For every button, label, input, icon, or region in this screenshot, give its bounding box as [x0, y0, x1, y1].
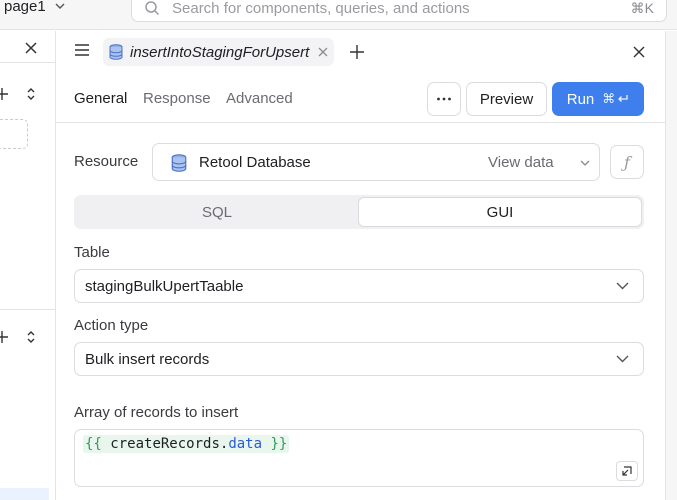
close-icon[interactable]	[24, 41, 38, 55]
editor-tab-row: insertIntoStagingForUpsert	[56, 31, 665, 73]
table-label: Table	[74, 244, 110, 261]
mode-sql-option[interactable]: SQL	[76, 197, 358, 227]
sort-updown-icon[interactable]	[26, 330, 36, 344]
records-code-editor[interactable]: {{ createRecords.data }}	[74, 429, 644, 487]
run-button[interactable]: Run ⌘	[552, 82, 644, 116]
expand-editor-button[interactable]	[616, 461, 638, 481]
close-icon[interactable]	[318, 47, 328, 57]
view-data-link[interactable]: View data	[488, 154, 554, 171]
empty-drop-zone	[0, 119, 28, 149]
command-key: ⌘	[602, 91, 616, 106]
run-shortcut: ⌘	[602, 91, 629, 107]
resource-label: Resource	[74, 153, 139, 170]
database-icon	[171, 154, 187, 172]
tab-response[interactable]: Response	[143, 90, 211, 107]
database-icon	[109, 44, 123, 60]
left-panel	[0, 31, 56, 500]
more-actions-button[interactable]	[427, 82, 461, 116]
close-icon[interactable]	[633, 46, 645, 58]
fx-icon: ƒ	[624, 152, 630, 172]
sort-updown-icon[interactable]	[26, 87, 36, 101]
mode-gui-option[interactable]: GUI	[358, 197, 642, 227]
ellipsis-icon	[437, 97, 451, 101]
search-box[interactable]: ⌘K	[131, 0, 667, 22]
query-tab-name: insertIntoStagingForUpsert	[130, 43, 310, 61]
action-type-value: Bulk insert records	[85, 351, 210, 368]
records-expression: {{ createRecords.data }}	[83, 435, 290, 453]
menu-icon[interactable]	[74, 43, 90, 57]
chevron-down-icon	[580, 160, 590, 166]
search-input[interactable]	[172, 0, 631, 17]
table-select[interactable]: stagingBulkUpertTaable	[74, 269, 644, 303]
code-identifier: createRecords	[110, 436, 220, 452]
divider	[0, 62, 56, 63]
run-label: Run	[566, 90, 595, 108]
divider	[0, 309, 56, 310]
selected-item-highlight[interactable]	[0, 488, 49, 500]
close-braces: }}	[270, 436, 288, 452]
page-name: page1	[4, 0, 46, 15]
mode-toggle: SQL GUI	[74, 195, 644, 229]
top-bar: page1 ⌘K	[0, 0, 677, 30]
query-editor: insertIntoStagingForUpsert General Respo…	[56, 31, 665, 500]
table-value: stagingBulkUpertTaable	[85, 278, 244, 295]
action-type-select[interactable]: Bulk insert records	[74, 342, 644, 376]
editor-subtabs-row: General Response Advanced Preview Run ⌘	[56, 73, 665, 123]
chevron-down-icon	[55, 3, 65, 9]
tab-general[interactable]: General	[74, 90, 127, 107]
tab-advanced[interactable]: Advanced	[226, 90, 293, 107]
right-panel-edge	[665, 31, 677, 500]
search-icon	[145, 1, 160, 16]
preview-button[interactable]: Preview	[466, 82, 547, 116]
chevron-down-icon	[616, 355, 629, 363]
plus-icon[interactable]	[0, 331, 8, 343]
resource-select[interactable]: Retool Database View data	[152, 143, 600, 181]
open-braces: {{	[85, 436, 102, 452]
enter-key-icon	[618, 95, 628, 102]
query-tab[interactable]: insertIntoStagingForUpsert	[103, 38, 335, 66]
page-selector[interactable]: page1	[4, 0, 66, 18]
code-property: data	[228, 436, 263, 452]
plus-icon[interactable]	[0, 88, 8, 100]
resource-value: Retool Database	[199, 154, 311, 171]
function-toggle-button[interactable]: ƒ	[610, 145, 644, 179]
action-type-label: Action type	[74, 317, 149, 334]
chevron-down-icon	[616, 282, 629, 290]
expand-icon	[622, 466, 632, 476]
search-shortcut: ⌘K	[630, 0, 654, 16]
records-label: Array of records to insert	[74, 404, 239, 421]
add-tab-icon[interactable]	[350, 45, 364, 59]
